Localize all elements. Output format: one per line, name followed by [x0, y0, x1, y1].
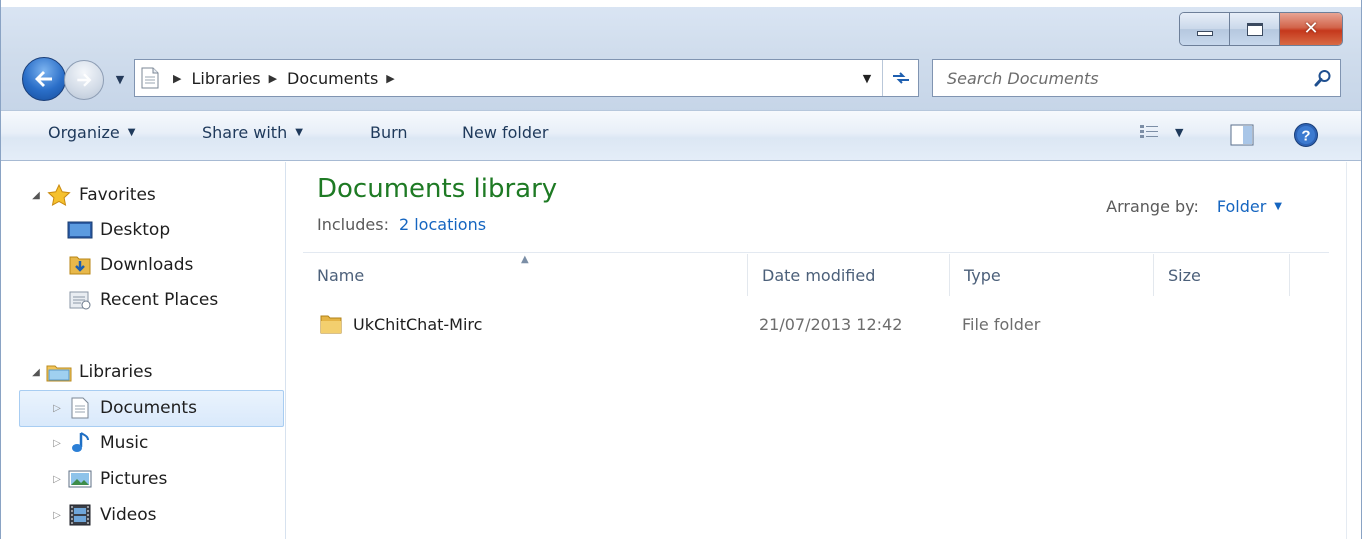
star-icon: [46, 184, 72, 206]
nav-libraries[interactable]: ◢ Libraries: [29, 355, 152, 389]
nav-item-videos[interactable]: ▷ Videos: [50, 498, 157, 532]
refresh-button[interactable]: [882, 60, 918, 96]
nav-item-documents[interactable]: ▷ Documents: [50, 391, 197, 425]
column-header-date-modified[interactable]: Date modified: [748, 254, 950, 296]
library-title: Documents library: [317, 174, 558, 204]
library-includes: Includes: 2 locations: [317, 215, 486, 234]
burn-label: Burn: [370, 123, 408, 142]
back-button[interactable]: [22, 57, 66, 101]
close-icon: ✕: [1303, 18, 1319, 39]
maximize-button[interactable]: [1230, 13, 1280, 45]
column-header-type[interactable]: Type: [950, 254, 1154, 296]
back-arrow-icon: [35, 71, 52, 87]
share-with-label: Share with: [202, 123, 288, 142]
content-pane: Documents library Includes: 2 locations …: [287, 162, 1345, 539]
library-locations-link[interactable]: 2 locations: [399, 215, 486, 234]
chevron-down-icon[interactable]: ▼: [1274, 201, 1282, 212]
window-chrome: ✕ ▼ ▶ Libraries ▶ Documents ▶ ▼ Search D…: [1, 0, 1361, 112]
close-button[interactable]: ✕: [1280, 13, 1342, 45]
refresh-icon: [892, 72, 909, 84]
collapse-arrow-icon[interactable]: ◢: [29, 190, 43, 201]
arrange-by-label: Arrange by:: [1106, 197, 1199, 216]
search-input[interactable]: [933, 61, 1306, 95]
help-button[interactable]: ?: [1293, 122, 1319, 152]
maximize-icon: [1246, 22, 1263, 36]
change-view-button[interactable]: ▼: [1139, 123, 1183, 141]
breadcrumb-separator-icon[interactable]: ▶: [173, 72, 181, 85]
desktop-icon: [67, 219, 93, 241]
music-icon: [67, 432, 93, 454]
favorites-label: Favorites: [79, 185, 156, 205]
forward-button[interactable]: [64, 60, 104, 100]
new-folder-label: New folder: [462, 123, 549, 142]
nav-item-music[interactable]: ▷ Music: [50, 426, 148, 460]
nav-item-downloads[interactable]: Downloads: [67, 248, 193, 282]
expand-arrow-icon[interactable]: ▷: [50, 438, 64, 449]
libraries-label: Libraries: [79, 362, 153, 382]
command-bar: Organize ▼ Share with ▼ Burn New folder …: [1, 110, 1361, 161]
chevron-down-icon: ▼: [295, 127, 303, 138]
address-folder-icon: [135, 60, 165, 96]
chevron-down-icon: ▼: [115, 72, 125, 86]
downloads-icon: [67, 254, 93, 276]
address-history-dropdown[interactable]: ▼: [852, 72, 882, 85]
caption-buttons: ✕: [1179, 12, 1343, 46]
chevron-down-icon: ▼: [1175, 125, 1184, 139]
navigation-pane: ◢ Favorites Desktop Downloads Recent Pla…: [1, 162, 286, 539]
burn-button[interactable]: Burn: [370, 123, 408, 142]
organize-button[interactable]: Organize ▼: [48, 123, 135, 142]
file-date-modified: 21/07/2013 12:42: [759, 314, 903, 334]
folder-icon: [319, 313, 343, 335]
arrange-by: Arrange by: Folder ▼: [1106, 197, 1282, 216]
search-box: [932, 59, 1341, 97]
breadcrumb-separator-icon[interactable]: ▶: [269, 72, 277, 85]
expand-arrow-icon[interactable]: ▷: [50, 510, 64, 521]
organize-label: Organize: [48, 123, 120, 142]
file-type: File folder: [962, 314, 1041, 334]
preview-pane-icon: [1230, 124, 1254, 146]
file-name: UkChitChat-Mirc: [353, 314, 483, 334]
column-header-size[interactable]: Size: [1154, 254, 1290, 296]
documents-icon: [67, 397, 93, 419]
expand-arrow-icon[interactable]: ▷: [50, 474, 64, 485]
address-bar[interactable]: ▶ Libraries ▶ Documents ▶ ▼: [134, 59, 919, 97]
table-row[interactable]: UkChitChat-Mirc 21/07/2013 12:42 File fo…: [303, 304, 1329, 344]
file-name-cell[interactable]: UkChitChat-Mirc: [319, 304, 482, 344]
breadcrumb-libraries[interactable]: Libraries: [191, 69, 260, 88]
preview-pane-button[interactable]: [1230, 124, 1254, 150]
minimize-button[interactable]: [1180, 13, 1230, 45]
minimize-icon: [1196, 30, 1213, 36]
nav-item-desktop[interactable]: Desktop: [67, 213, 170, 247]
column-header-name[interactable]: Name: [303, 254, 748, 296]
forward-arrow-icon: [77, 73, 92, 87]
chevron-down-icon: ▼: [127, 127, 136, 138]
view-details-icon: [1140, 125, 1158, 138]
new-folder-button[interactable]: New folder: [462, 123, 548, 142]
svg-text:?: ?: [1301, 128, 1310, 145]
includes-label: Includes:: [317, 215, 389, 234]
libraries-icon: [46, 361, 72, 383]
videos-icon: [67, 504, 93, 526]
arrange-by-dropdown[interactable]: Folder: [1217, 197, 1266, 216]
share-with-button[interactable]: Share with ▼: [202, 123, 303, 142]
recent-pages-dropdown[interactable]: ▼: [112, 69, 128, 89]
nav-item-recent-places[interactable]: Recent Places: [67, 283, 218, 317]
expand-arrow-icon[interactable]: ▷: [50, 403, 64, 414]
breadcrumb-documents[interactable]: Documents: [287, 69, 378, 88]
nav-item-pictures[interactable]: ▷ Pictures: [50, 462, 167, 496]
recent-places-icon: [67, 289, 93, 311]
collapse-arrow-icon[interactable]: ◢: [29, 367, 43, 378]
explorer-window: ✕ ▼ ▶ Libraries ▶ Documents ▶ ▼ Search D…: [0, 0, 1362, 539]
search-button[interactable]: [1306, 60, 1340, 96]
search-icon: [1314, 70, 1331, 87]
nav-favorites[interactable]: ◢ Favorites: [29, 178, 156, 212]
help-icon: ?: [1294, 123, 1318, 147]
breadcrumb-separator-icon[interactable]: ▶: [386, 72, 394, 85]
pictures-icon: [67, 468, 93, 490]
